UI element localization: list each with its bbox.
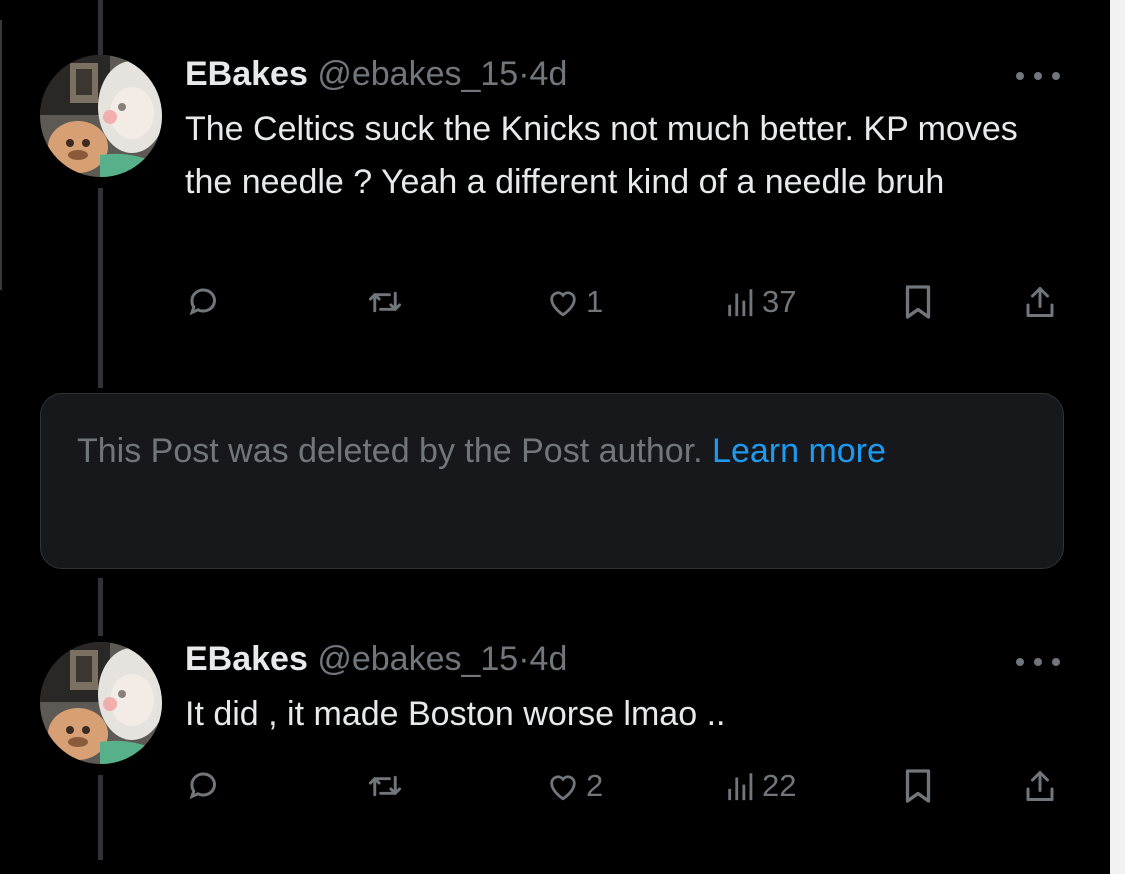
bookmark-button[interactable] (902, 761, 934, 811)
post-age[interactable]: 4d (530, 640, 568, 678)
reply-icon (189, 772, 216, 800)
bookmark-button[interactable] (902, 277, 934, 327)
reply-icon (189, 288, 216, 316)
deleted-post-text: This Post was deleted by the Post author… (77, 426, 1017, 476)
learn-more-link[interactable]: Learn more (712, 432, 886, 470)
tweet-text: The Celtics suck the Knicks not much bet… (185, 110, 1018, 201)
bookmark-icon (905, 285, 931, 319)
view-count: 22 (762, 768, 797, 803)
reply-button[interactable] (186, 277, 222, 327)
like-button[interactable]: 1 (546, 277, 603, 327)
reply-button[interactable] (186, 761, 222, 811)
user-handle[interactable]: @ebakes_15 (317, 640, 518, 678)
share-icon (1026, 771, 1054, 801)
retweet-icon (368, 775, 402, 797)
views-button[interactable]: 22 (726, 761, 796, 811)
retweet-button[interactable] (366, 277, 404, 327)
more-options-icon[interactable] (1016, 66, 1060, 86)
share-button[interactable] (1022, 277, 1058, 327)
post-age[interactable]: 4d (530, 55, 568, 93)
like-count: 2 (586, 768, 604, 803)
bookmark-icon (905, 769, 931, 803)
display-name[interactable]: EBakes (185, 640, 308, 678)
share-button[interactable] (1022, 761, 1058, 811)
user-handle[interactable]: @ebakes_15 (317, 55, 518, 93)
separator-dot: · (518, 640, 530, 678)
like-button[interactable]: 2 (546, 761, 603, 811)
like-icon (550, 775, 576, 801)
tweet-actions: 1 37 (0, 277, 1110, 327)
retweet-button[interactable] (366, 761, 404, 811)
tweet-header: EBakes @ebakes_15·4d (185, 639, 567, 679)
thread-line-top (98, 0, 103, 55)
tweet-header: EBakes @ebakes_15·4d (185, 54, 567, 94)
views-icon (728, 773, 753, 801)
views-button[interactable]: 37 (726, 277, 796, 327)
display-name[interactable]: EBakes (185, 55, 308, 93)
deleted-message: This Post was deleted by the Post author… (77, 432, 703, 470)
left-edge-line (0, 20, 2, 290)
thread-line-lower (98, 578, 103, 636)
tweet-text: It did , it made Boston worse lmao .. (185, 695, 726, 733)
like-icon (550, 291, 576, 317)
share-icon (1026, 287, 1054, 317)
retweet-icon (368, 291, 402, 313)
avatar[interactable] (40, 55, 162, 177)
tweet-actions: 2 22 (0, 761, 1110, 811)
screen-edge (1110, 0, 1125, 874)
avatar[interactable] (40, 642, 162, 764)
more-options-icon[interactable] (1016, 652, 1060, 672)
view-count: 37 (762, 284, 797, 319)
deleted-post-notice: This Post was deleted by the Post author… (40, 393, 1064, 569)
like-count: 1 (586, 284, 604, 319)
separator-dot: · (518, 55, 530, 93)
views-icon (728, 289, 753, 317)
